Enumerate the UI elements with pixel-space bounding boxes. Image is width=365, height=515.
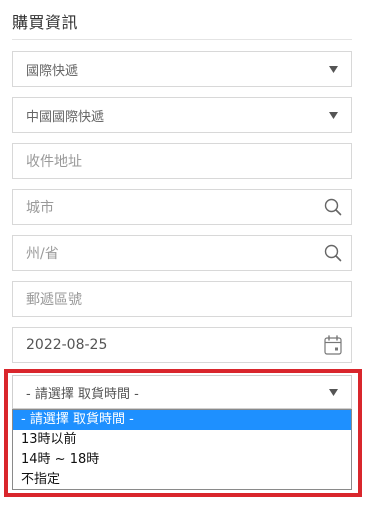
postal-code-placeholder: 郵遞區號 [26, 292, 82, 308]
pickup-date-input[interactable]: 2022-08-25 [12, 327, 352, 363]
pickup-time-options-list: - 請選擇 取貨時間 - 13時以前 14時 ~ 18時 不指定 [12, 409, 352, 490]
pickup-time-option[interactable]: 不指定 [13, 470, 351, 490]
pickup-time-value: - 請選擇 取貨時間 - [26, 386, 139, 402]
pickup-time-option[interactable]: - 請選擇 取貨時間 - [13, 410, 351, 430]
search-icon[interactable] [317, 236, 349, 270]
state-placeholder: 州/省 [26, 246, 59, 262]
shipping-method-value: 國際快遞 [26, 63, 79, 79]
section-title: 購買資訊 [12, 13, 79, 32]
pickup-date-value: 2022-08-25 [26, 337, 108, 353]
calendar-icon[interactable] [317, 328, 349, 362]
carrier-value: 中國國際快遞 [26, 109, 105, 125]
postal-code-input[interactable]: 郵遞區號 [12, 281, 352, 317]
caret-down-icon [321, 376, 345, 408]
address-input[interactable]: 收件地址 [12, 143, 352, 179]
caret-down-icon [321, 52, 345, 86]
city-input[interactable]: 城市 [12, 189, 352, 225]
carrier-select[interactable]: 中國國際快遞 [12, 97, 352, 133]
search-icon[interactable] [317, 190, 349, 224]
pickup-time-select[interactable]: - 請選擇 取貨時間 - [12, 375, 352, 409]
purchase-info-form: 購買資訊 國際快遞 中國國際快遞 收件地址 城市 州/省 郵遞區號 2022-0… [0, 0, 365, 515]
state-input[interactable]: 州/省 [12, 235, 352, 271]
address-placeholder: 收件地址 [26, 154, 82, 170]
caret-down-icon [321, 98, 345, 132]
shipping-method-select[interactable]: 國際快遞 [12, 51, 352, 87]
pickup-time-option[interactable]: 13時以前 [13, 430, 351, 450]
title-divider [12, 39, 352, 40]
city-placeholder: 城市 [26, 200, 54, 216]
pickup-time-option[interactable]: 14時 ~ 18時 [13, 450, 351, 470]
